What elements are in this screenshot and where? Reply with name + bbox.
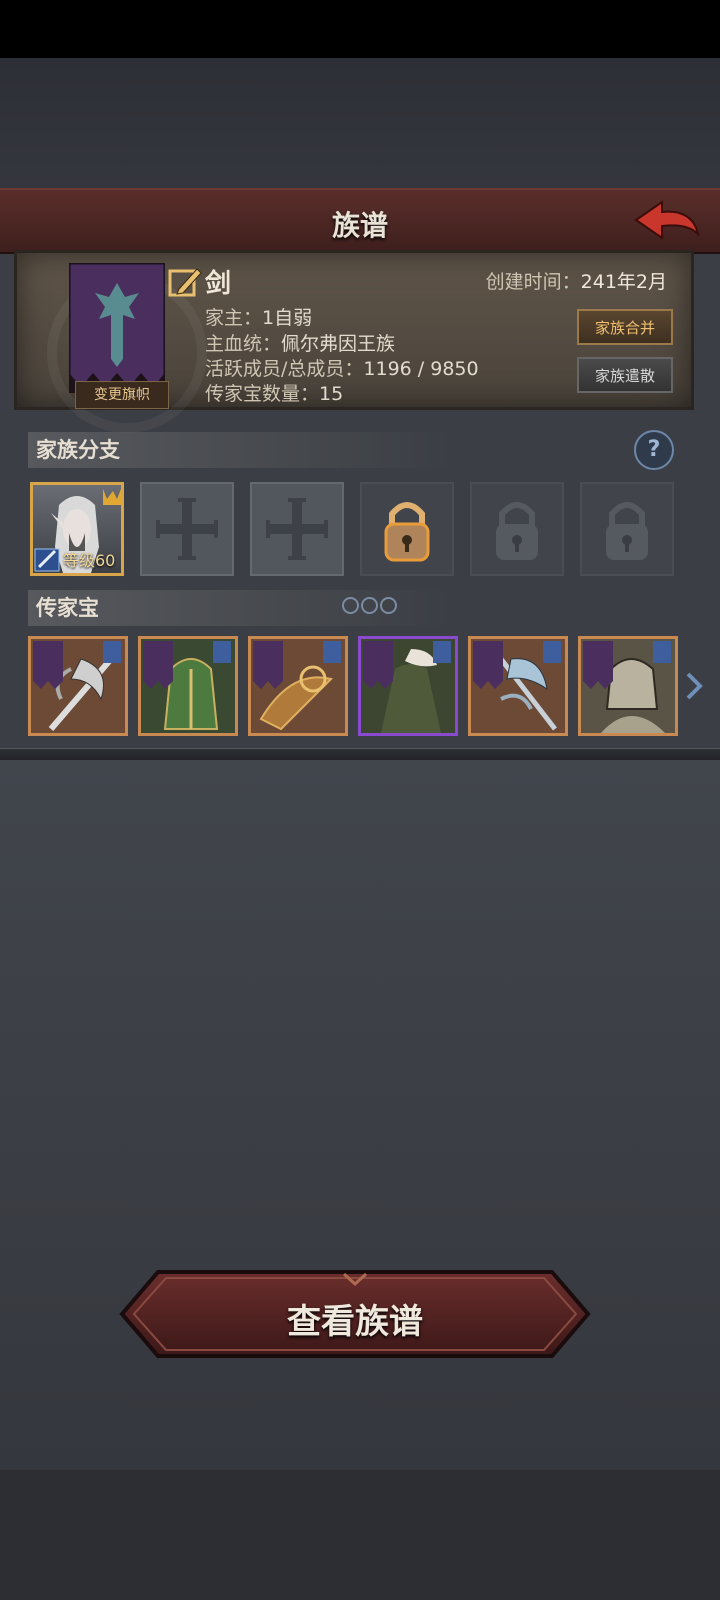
background-lower	[0, 760, 720, 1470]
change-banner-button[interactable]: 变更旗帜	[75, 381, 169, 409]
helmet-armor-icon	[581, 639, 675, 733]
created-time-value: 241年2月	[580, 271, 667, 293]
members-value: 1196 / 9850	[363, 358, 479, 380]
bloodline-line: 主血统：佩尔弗因王族	[205, 329, 395, 356]
branch-slot-unlockable[interactable]	[360, 482, 454, 576]
branch-slot-empty-1[interactable]	[140, 482, 234, 576]
heirloom-item-4[interactable]	[358, 636, 458, 736]
heirloom-item-6[interactable]	[578, 636, 678, 736]
heirloom-item-2[interactable]	[138, 636, 238, 736]
page-title: 族谱	[331, 209, 388, 242]
heirloom-count-line: 传家宝数量：15	[205, 379, 343, 406]
branch-level-label: 等级60	[63, 551, 116, 570]
status-bar	[0, 0, 720, 58]
branches-header: 家族分支	[28, 432, 456, 468]
bloodline-label: 主血统：	[205, 333, 282, 355]
page-indicator	[342, 597, 399, 618]
clan-banner-icon[interactable]	[69, 263, 165, 393]
clan-info-panel: 变更旗帜 剑 创建时间：241年2月 家主：1自弱 主血统：佩尔弗因王族 活跃成…	[14, 250, 694, 433]
heirloom-count-label: 传家宝数量：	[205, 383, 320, 405]
leader-label: 家主：	[205, 307, 263, 329]
created-time-label: 创建时间：	[485, 271, 581, 293]
heirloom-item-3[interactable]	[248, 636, 348, 736]
view-family-tree-button[interactable]: 查看族谱	[118, 1268, 592, 1360]
background-top	[0, 58, 720, 188]
clan-name: 剑	[205, 269, 232, 299]
merge-clan-button[interactable]: 家族合并	[577, 309, 673, 345]
weapon-axe-icon	[473, 641, 561, 731]
heirloom-count-value: 15	[319, 383, 344, 405]
branch-slot-locked-1	[470, 482, 564, 576]
members-line: 活跃成员/总成员：1196 / 9850	[205, 354, 479, 381]
view-family-tree-label: 查看族谱	[287, 1302, 423, 1342]
armor-green-icon	[141, 639, 235, 733]
lock-icon	[496, 502, 538, 560]
leader-value: 1自弱	[262, 307, 313, 329]
navigation-bar	[0, 1470, 720, 1600]
branch-slot-locked-2	[580, 482, 674, 576]
branch-slot-active[interactable]: 等级60	[30, 482, 124, 576]
heirloom-item-5[interactable]	[468, 636, 568, 736]
weapon-halberd-icon	[33, 641, 121, 731]
lock-highlighted-icon	[384, 502, 430, 562]
golden-horn-icon	[253, 641, 341, 731]
bloodline-value: 佩尔弗因王族	[281, 333, 396, 355]
cloak-figure-icon	[361, 639, 455, 733]
heirloom-item-1[interactable]	[28, 636, 128, 736]
chevron-right-icon[interactable]	[684, 672, 704, 700]
edit-name-icon[interactable]	[167, 263, 203, 299]
created-time: 创建时间：241年2月	[486, 267, 667, 294]
cross-emblem-icon	[156, 498, 218, 560]
branch-slot-empty-2[interactable]	[250, 482, 344, 576]
leader-line: 家主：1自弱	[205, 303, 312, 330]
dissolve-clan-button[interactable]: 家族遣散	[577, 357, 673, 393]
title-bar: 族谱	[0, 188, 720, 254]
help-icon[interactable]: ?	[634, 430, 674, 470]
cross-emblem-icon	[266, 498, 328, 560]
lock-icon	[606, 502, 648, 560]
back-arrow-icon[interactable]	[632, 198, 702, 242]
members-label: 活跃成员/总成员：	[205, 358, 364, 380]
